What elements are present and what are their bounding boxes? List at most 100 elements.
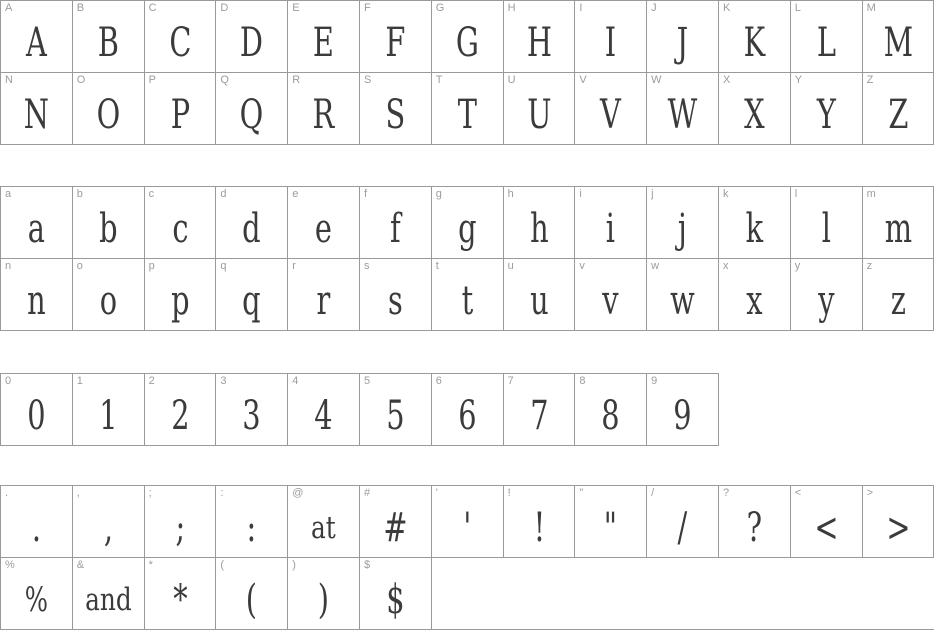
character-cell-label: * xyxy=(148,559,154,571)
character-cell[interactable]: 33 xyxy=(216,374,289,445)
character-cell[interactable]: YY xyxy=(791,73,863,144)
character-cell-label: . xyxy=(5,487,9,499)
character-cell[interactable]: AA xyxy=(1,1,73,72)
character-cell[interactable]: ff xyxy=(360,187,432,258)
character-cell[interactable]: / / xyxy=(647,486,719,557)
character-cell[interactable]: vv xyxy=(575,259,648,330)
character-cell[interactable]: qq xyxy=(216,259,289,330)
character-cell[interactable]: %% xyxy=(1,558,73,629)
character-cell-glyph: W xyxy=(667,92,698,138)
character-cell[interactable]: ,, xyxy=(73,486,145,557)
character-cell-label: % xyxy=(5,559,15,571)
character-cell[interactable]: ZZ xyxy=(863,73,935,144)
character-cell[interactable]: )) xyxy=(288,558,360,629)
character-cell-glyph: b xyxy=(98,206,118,252)
character-cell[interactable]: BB xyxy=(73,1,145,72)
character-cell-glyph: v xyxy=(602,278,619,324)
character-cell[interactable]: 22 xyxy=(145,374,217,445)
character-cell[interactable]: 88 xyxy=(575,374,648,445)
character-cell[interactable]: KK xyxy=(719,1,791,72)
character-cell[interactable]: ww xyxy=(647,259,719,330)
character-row: %% & and * *(()) $ $ xyxy=(0,557,935,630)
character-cell[interactable]: > > xyxy=(863,486,935,557)
character-cell[interactable]: RR xyxy=(288,73,360,144)
character-cell-label: 9 xyxy=(651,375,658,387)
character-cell[interactable]: (( xyxy=(216,558,289,629)
character-cell-glyph: 4 xyxy=(314,393,333,439)
character-cell[interactable]: LL xyxy=(791,1,863,72)
character-cell[interactable]: hh xyxy=(504,187,576,258)
character-cell[interactable]: pp xyxy=(145,259,217,330)
character-cell[interactable]: @ at xyxy=(288,486,360,557)
character-cell[interactable]: 77 xyxy=(504,374,576,445)
character-cell[interactable]: CC xyxy=(145,1,217,72)
character-cell[interactable]: tt xyxy=(432,259,504,330)
character-cell-glyph: A xyxy=(25,20,47,66)
character-cell[interactable]: OO xyxy=(73,73,145,144)
character-cell[interactable]: JJ xyxy=(647,1,719,72)
character-cell[interactable]: ?? xyxy=(719,486,791,557)
character-cell[interactable]: .. xyxy=(1,486,73,557)
character-cell[interactable]: DD xyxy=(216,1,289,72)
character-cell-label: 8 xyxy=(579,375,586,387)
character-cell[interactable]: II xyxy=(575,1,648,72)
character-cell[interactable]: VV xyxy=(575,73,648,144)
character-cell-glyph: s xyxy=(387,278,403,324)
character-cell[interactable]: 44 xyxy=(288,374,360,445)
character-cell[interactable]: ;; xyxy=(145,486,217,557)
character-cell[interactable]: ii xyxy=(575,187,648,258)
character-cell[interactable]: < < xyxy=(791,486,863,557)
character-cell[interactable]: XX xyxy=(719,73,791,144)
character-cell[interactable]: mm xyxy=(863,187,935,258)
character-cell[interactable]: TT xyxy=(432,73,504,144)
character-cell[interactable]: kk xyxy=(719,187,791,258)
character-cell[interactable]: nn xyxy=(1,259,73,330)
character-cell[interactable]: ss xyxy=(360,259,432,330)
character-cell[interactable]: 99 xyxy=(647,374,719,445)
character-cell[interactable]: dd xyxy=(216,187,289,258)
character-cell[interactable]: zz xyxy=(863,259,935,330)
character-cell[interactable]: MM xyxy=(863,1,935,72)
character-cell[interactable]: ' ' xyxy=(432,486,504,557)
character-cell[interactable]: WW xyxy=(647,73,719,144)
character-cell[interactable]: GG xyxy=(432,1,504,72)
character-cell[interactable]: rr xyxy=(288,259,360,330)
character-cell[interactable]: " " xyxy=(575,486,648,557)
character-cell[interactable]: aa xyxy=(1,187,73,258)
character-cell[interactable]: * * xyxy=(145,558,217,629)
character-cell-label: r xyxy=(292,260,297,272)
character-cell[interactable]: # # xyxy=(360,486,432,557)
character-cell[interactable]: & and xyxy=(73,558,145,629)
character-cell-label: k xyxy=(722,188,729,200)
character-cell[interactable]: NN xyxy=(1,73,73,144)
character-cell[interactable]: yy xyxy=(791,259,863,330)
character-cell[interactable]: xx xyxy=(719,259,791,330)
character-cell[interactable]: FF xyxy=(360,1,432,72)
character-cell[interactable]: uu xyxy=(504,259,576,330)
character-cell[interactable]: jj xyxy=(647,187,719,258)
character-cell[interactable]: 55 xyxy=(360,374,432,445)
character-cell[interactable]: UU xyxy=(504,73,576,144)
character-cell-glyph: : xyxy=(246,505,257,551)
character-cell[interactable]: 00 xyxy=(1,374,73,445)
character-cell-label: @ xyxy=(292,487,304,499)
character-cell[interactable]: EE xyxy=(288,1,360,72)
character-cell[interactable]: QQ xyxy=(216,73,289,144)
character-cell[interactable]: ll xyxy=(791,187,863,258)
character-cell[interactable]: HH xyxy=(504,1,576,72)
character-row: AABBCCDDEEFFGGHHIIJJKKLLMM xyxy=(0,0,935,72)
character-cell[interactable]: ee xyxy=(288,187,360,258)
character-cell[interactable]: bb xyxy=(73,187,145,258)
character-cell[interactable]: PP xyxy=(145,73,217,144)
character-cell[interactable]: oo xyxy=(73,259,145,330)
character-cell[interactable]: gg xyxy=(432,187,504,258)
character-cell-label: W xyxy=(651,74,662,86)
character-cell-glyph: Y xyxy=(816,92,836,138)
character-cell[interactable]: $ $ xyxy=(360,558,432,629)
character-cell[interactable]: !! xyxy=(504,486,576,557)
character-cell[interactable]: cc xyxy=(145,187,217,258)
character-cell[interactable]: SS xyxy=(360,73,432,144)
character-cell[interactable]: 11 xyxy=(73,374,145,445)
character-cell[interactable]: :: xyxy=(216,486,289,557)
character-cell[interactable]: 66 xyxy=(432,374,504,445)
